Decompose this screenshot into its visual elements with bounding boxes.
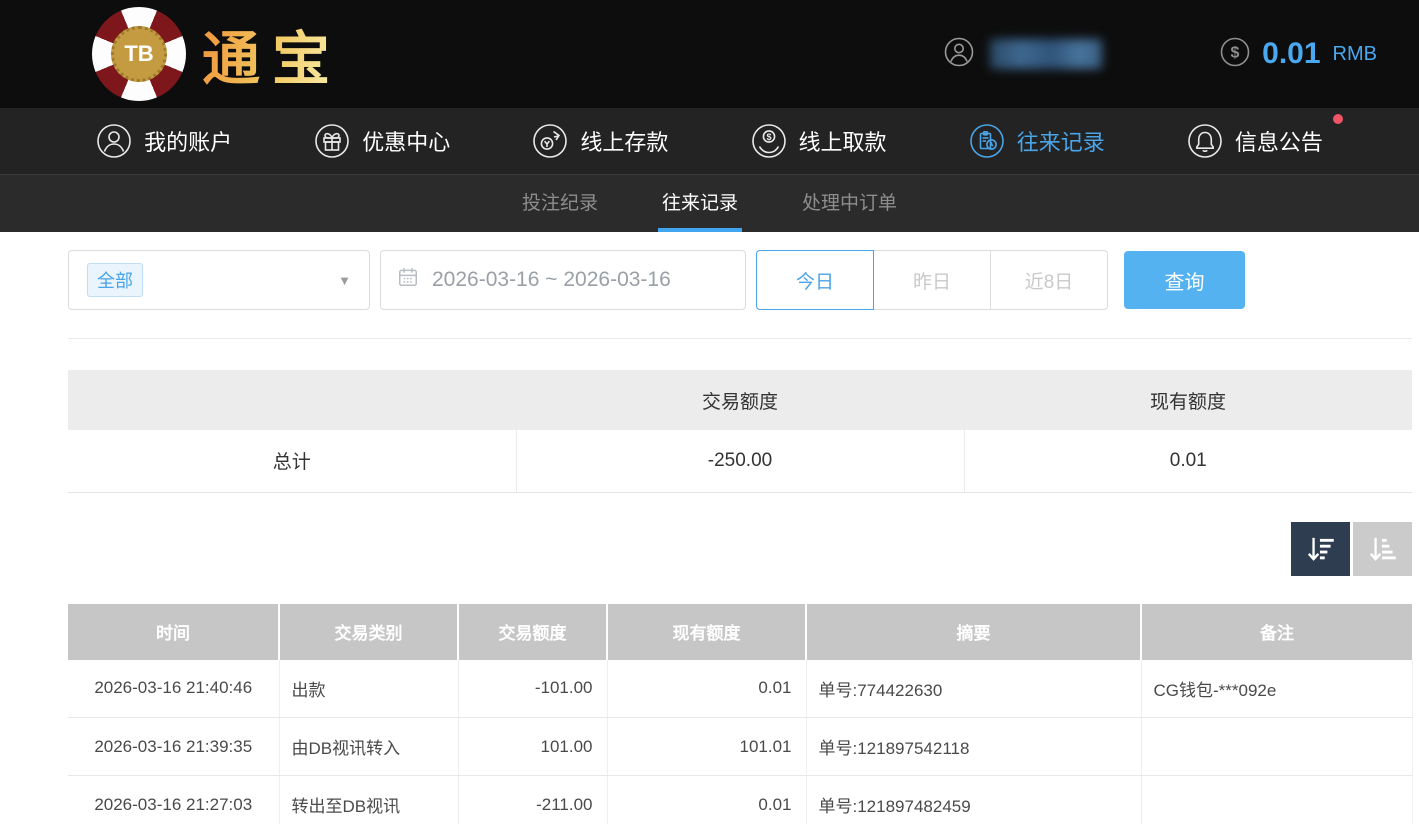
search-button[interactable]: 查询 <box>1124 251 1245 309</box>
nav-label: 优惠中心 <box>362 125 450 157</box>
nav-item-withdraw[interactable]: $ 线上取款 <box>751 123 887 159</box>
tab-transaction-records[interactable]: 往来记录 <box>658 175 742 232</box>
nav-item-my-account[interactable]: 我的账户 <box>96 123 232 159</box>
summary-header-row: 交易额度 现有额度 <box>68 370 1412 430</box>
nav-item-records[interactable]: 往来记录 <box>969 123 1105 159</box>
sub-tab-bar: 投注纪录 往来记录 处理中订单 <box>0 175 1419 232</box>
quick-btn-yesterday[interactable]: 昨日 <box>873 250 991 310</box>
chip-monogram: TB <box>111 26 167 82</box>
quick-date-group: 今日 昨日 近8日 <box>756 250 1108 310</box>
col-header-transaction-amount: 交易额度 <box>458 604 607 660</box>
summary-total-row: 总计 -250.00 0.01 <box>68 430 1412 492</box>
top-right-group: $ 0.01 RMB <box>944 37 1377 72</box>
username-blurred <box>990 39 1102 69</box>
cell-transaction-amount: 101.00 <box>458 718 607 776</box>
brand-name: 通宝 <box>202 12 342 96</box>
cell-transaction-amount: -211.00 <box>458 776 607 824</box>
cell-current-balance: 101.01 <box>607 718 806 776</box>
quick-btn-last-8-days[interactable]: 近8日 <box>990 250 1108 310</box>
user-account[interactable] <box>944 37 1102 72</box>
cell-type: 出款 <box>279 660 458 718</box>
cell-type: 转出至DB视讯 <box>279 776 458 824</box>
col-header-summary: 摘要 <box>806 604 1141 660</box>
date-range-value: 2026-03-16 ~ 2026-03-16 <box>432 268 671 292</box>
tab-processing-orders[interactable]: 处理中订单 <box>798 175 901 232</box>
cell-remarks <box>1141 718 1412 776</box>
cell-summary: 单号:121897482459 <box>806 776 1141 824</box>
balance[interactable]: $ 0.01 RMB <box>1220 37 1377 72</box>
chevron-down-icon: ▼ <box>338 273 351 288</box>
cell-summary: 单号:774422630 <box>806 660 1141 718</box>
col-header-type: 交易类别 <box>279 604 458 660</box>
withdraw-coin-icon: $ <box>751 123 787 159</box>
calendar-icon <box>397 266 419 294</box>
user-circle-icon <box>96 123 132 159</box>
col-header-time: 时间 <box>68 604 279 660</box>
gift-icon <box>314 123 350 159</box>
bell-icon <box>1187 123 1223 159</box>
col-header-current-balance: 现有额度 <box>607 604 806 660</box>
dollar-circle-icon: $ <box>1220 37 1250 72</box>
cell-summary: 单号:121897542118 <box>806 718 1141 776</box>
content-area: 全部 ▼ 2026-03-16 ~ 2026-03-16 今日 昨日 <box>0 232 1419 824</box>
cell-type: 由DB视讯转入 <box>279 718 458 776</box>
table-row: 2026-03-16 21:40:46 出款 -101.00 0.01 单号:7… <box>68 660 1412 718</box>
balance-amount: 0.01 <box>1262 37 1320 71</box>
clipboard-clock-icon <box>969 123 1005 159</box>
nav-label: 线上存款 <box>580 125 668 157</box>
cell-remarks: CG钱包-***092e <box>1141 660 1412 718</box>
summary-total-transaction: -250.00 <box>516 430 964 492</box>
summary-header-balance: 现有额度 <box>964 370 1412 430</box>
cell-time: 2026-03-16 21:40:46 <box>68 660 279 718</box>
summary-header-transaction: 交易额度 <box>516 370 964 430</box>
sort-ascending-button[interactable] <box>1353 522 1412 576</box>
records-header-row: 时间 交易类别 交易额度 现有额度 摘要 备注 <box>68 604 1412 660</box>
cell-current-balance: 0.01 <box>607 660 806 718</box>
svg-text:$: $ <box>766 132 771 142</box>
balance-currency: RMB <box>1333 43 1377 66</box>
cell-time: 2026-03-16 21:27:03 <box>68 776 279 824</box>
cell-transaction-amount: -101.00 <box>458 660 607 718</box>
cell-remarks <box>1141 776 1412 824</box>
summary-header-empty <box>68 370 516 430</box>
summary-table: 交易额度 现有额度 总计 -250.00 0.01 <box>68 370 1412 493</box>
main-nav: 我的账户 优惠中心 <box>0 108 1419 175</box>
svg-text:$: $ <box>1231 44 1240 61</box>
nav-item-promotions[interactable]: 优惠中心 <box>314 123 450 159</box>
date-range-input[interactable]: 2026-03-16 ~ 2026-03-16 <box>380 250 746 310</box>
nav-label: 信息公告 <box>1235 125 1323 157</box>
summary-total-label: 总计 <box>68 430 516 492</box>
user-avatar-icon <box>944 37 974 72</box>
poker-chip-icon: TB <box>92 7 186 101</box>
table-row: 2026-03-16 21:27:03 转出至DB视讯 -211.00 0.01… <box>68 776 1412 824</box>
summary-total-balance: 0.01 <box>964 430 1412 492</box>
type-select-value: 全部 <box>87 263 143 297</box>
nav-item-announcements[interactable]: 信息公告 <box>1187 123 1323 159</box>
type-select[interactable]: 全部 ▼ <box>68 250 370 310</box>
nav-item-deposit[interactable]: 线上存款 <box>532 123 668 159</box>
notification-dot <box>1333 114 1343 124</box>
nav-label: 往来记录 <box>1017 125 1105 157</box>
quick-btn-today[interactable]: 今日 <box>756 250 874 310</box>
brand-logo[interactable]: TB 通宝 <box>92 7 342 101</box>
cell-time: 2026-03-16 21:39:35 <box>68 718 279 776</box>
table-row: 2026-03-16 21:39:35 由DB视讯转入 101.00 101.0… <box>68 718 1412 776</box>
filter-row: 全部 ▼ 2026-03-16 ~ 2026-03-16 今日 昨日 <box>68 250 1412 339</box>
deposit-coin-icon <box>532 123 568 159</box>
cell-current-balance: 0.01 <box>607 776 806 824</box>
sort-controls <box>68 522 1412 576</box>
top-header: TB 通宝 $ <box>0 0 1419 108</box>
col-header-remarks: 备注 <box>1141 604 1412 660</box>
tab-betting-records[interactable]: 投注纪录 <box>518 175 602 232</box>
nav-label: 我的账户 <box>144 125 232 157</box>
page: TB 通宝 $ <box>0 0 1419 824</box>
sort-descending-button[interactable] <box>1291 522 1350 576</box>
records-table: 时间 交易类别 交易额度 现有额度 摘要 备注 2026-03-16 21:40… <box>68 604 1413 824</box>
nav-label: 线上取款 <box>799 125 887 157</box>
